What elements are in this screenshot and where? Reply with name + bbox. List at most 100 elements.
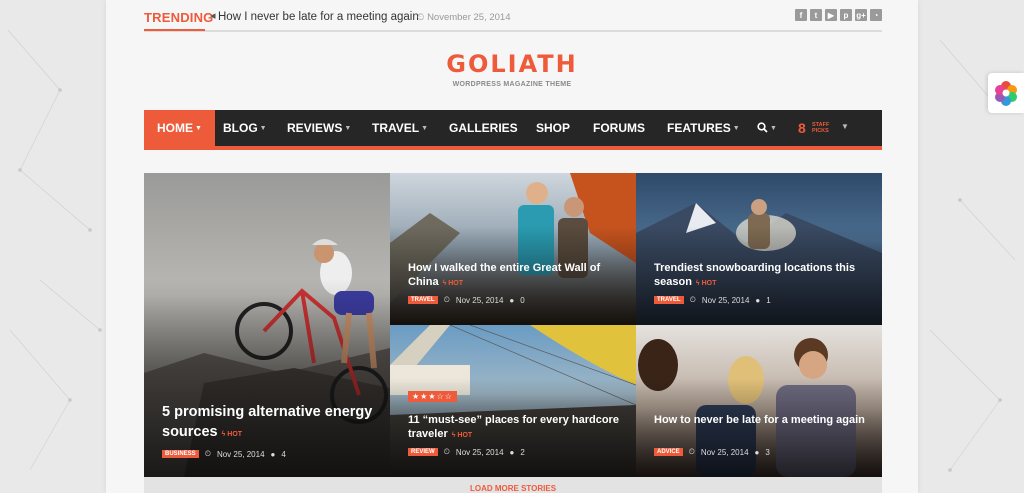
clock-icon: ⏲ xyxy=(689,295,696,304)
category-badge[interactable]: TRAVEL xyxy=(408,296,438,304)
category-badge[interactable]: TRAVEL xyxy=(654,296,684,304)
rating-stars: ★★★☆☆ xyxy=(408,391,457,402)
clock-icon: ⏲ xyxy=(443,295,450,304)
nav-features-label: FEATURES xyxy=(667,121,731,135)
hot-label: HOT xyxy=(457,432,473,439)
post-title[interactable]: Trendiest snowboarding locations this se… xyxy=(654,261,868,291)
color-picker-widget[interactable] xyxy=(988,73,1024,113)
youtube-icon[interactable]: ▶ xyxy=(825,9,837,21)
trending-date-text: November 25, 2014 xyxy=(427,12,511,23)
post-title[interactable]: How I walked the entire Great Wall of Ch… xyxy=(408,261,622,291)
nav-galleries-label: GALLERIES xyxy=(449,121,518,135)
nav-item-galleries[interactable]: GALLERIES xyxy=(449,110,518,146)
nav-item-forums[interactable]: FORUMS xyxy=(593,110,645,146)
post-title-text: How to never be late for a meeting again xyxy=(654,414,865,426)
hot-label: HOT xyxy=(448,280,463,287)
page-container: TRENDING ◂ How I never be late for a mee… xyxy=(106,0,918,493)
chevron-down-icon: ▼ xyxy=(259,125,267,132)
nav-blog-label: BLOG xyxy=(223,121,258,135)
comment-count: 1 xyxy=(766,295,771,305)
hot-badge: ϟ HOT xyxy=(442,280,463,287)
pinterest-icon[interactable]: p xyxy=(840,9,852,21)
nav-item-features[interactable]: FEATURES ▼ xyxy=(667,110,740,146)
chevron-down-icon: ▼ xyxy=(770,125,777,132)
nav-shop-label: SHOP xyxy=(536,121,571,135)
hot-badge: ϟ HOT xyxy=(221,431,243,438)
chevron-down-icon: ▼ xyxy=(421,125,429,132)
featured-post-card[interactable]: How I walked the entire Great Wall of Ch… xyxy=(390,173,636,325)
flower-palette-icon xyxy=(995,81,1017,106)
clock-icon: ⏲ xyxy=(688,447,695,456)
search-button[interactable]: ▼ xyxy=(757,110,777,146)
post-title[interactable]: How to never be late for a meeting again xyxy=(654,413,868,427)
trending-label: TRENDING xyxy=(144,10,214,31)
post-date: Nov 25, 2014 xyxy=(455,447,504,457)
featured-posts-grid: 5 promising alternative energy sources ϟ … xyxy=(144,173,882,493)
post-title[interactable]: 11 “must-see” places for every hardcore … xyxy=(408,413,622,443)
chevron-down-icon: ▼ xyxy=(732,125,740,132)
staff-picks-count[interactable]: 8 xyxy=(798,110,806,146)
nav-item-shop[interactable]: SHOP xyxy=(536,110,570,146)
comment-count: 3 xyxy=(765,447,770,457)
nav-item-blog[interactable]: BLOG ▼ xyxy=(223,110,267,146)
category-badge[interactable]: BUSINESS xyxy=(162,450,199,458)
hot-label: HOT xyxy=(227,431,243,438)
post-meta: REVIEW ⏲ Nov 25, 2014 ● 2 xyxy=(408,447,525,457)
chevron-down-icon: ▼ xyxy=(344,125,352,132)
featured-post-card[interactable]: ★★★☆☆ 11 “must-see” places for every har… xyxy=(390,325,636,477)
trending-date: ⏲ November 25, 2014 xyxy=(417,12,511,23)
post-title[interactable]: 5 promising alternative energy sources ϟ … xyxy=(162,402,376,445)
image-overlay xyxy=(636,378,882,477)
nav-travel-label: TRAVEL xyxy=(372,121,420,135)
site-logo[interactable]: GOLIATH xyxy=(106,50,918,78)
nav-item-travel[interactable]: TRAVEL ▼ xyxy=(372,110,428,146)
chevron-down-icon[interactable]: ▼ xyxy=(841,110,849,144)
comment-icon: ● xyxy=(509,447,515,457)
comment-count: 0 xyxy=(520,295,525,305)
twitter-icon[interactable]: t xyxy=(810,9,822,21)
site-tagline: WORDPRESS MAGAZINE THEME xyxy=(452,81,572,88)
comment-icon: ● xyxy=(755,295,761,305)
google-plus-icon[interactable]: g+ xyxy=(855,9,867,21)
nav-home-label: HOME xyxy=(157,121,193,135)
search-icon xyxy=(757,122,768,133)
comment-icon: ● xyxy=(509,295,515,305)
hot-badge: ϟ HOT xyxy=(451,432,473,439)
post-date: Nov 25, 2014 xyxy=(700,447,749,457)
featured-post-card[interactable]: How to never be late for a meeting again… xyxy=(636,325,882,477)
post-title-text: 11 “must-see” places for every hardcore … xyxy=(408,414,619,440)
trending-bar: TRENDING ◂ How I never be late for a mee… xyxy=(144,0,882,32)
featured-post-card[interactable]: 5 promising alternative energy sources ϟ … xyxy=(144,173,390,477)
image-overlay xyxy=(144,279,390,477)
nav-item-reviews[interactable]: REVIEWS ▼ xyxy=(287,110,351,146)
trending-headline-link[interactable]: How I never be late for a meeting again xyxy=(218,11,419,23)
post-meta: BUSINESS ⏲ Nov 25, 2014 ● 4 xyxy=(162,449,286,459)
category-badge[interactable]: ADVICE xyxy=(654,448,683,456)
post-date: Nov 25, 2014 xyxy=(216,449,265,459)
hot-label: HOT xyxy=(701,280,717,287)
clock-icon: ⏲ xyxy=(204,449,211,458)
rss-icon[interactable]: ◔ xyxy=(870,9,882,21)
comment-icon: ● xyxy=(754,447,760,457)
post-date: Nov 25, 2014 xyxy=(701,295,750,305)
chevron-down-icon: ▼ xyxy=(195,125,202,132)
post-meta: TRAVEL ⏲ Nov 25, 2014 ● 0 xyxy=(408,295,525,305)
comment-count: 2 xyxy=(520,447,525,457)
facebook-icon[interactable]: f xyxy=(795,9,807,21)
social-links: f t ▶ p g+ ◔ xyxy=(795,9,882,21)
featured-post-card[interactable]: Trendiest snowboarding locations this se… xyxy=(636,173,882,325)
comment-count: 4 xyxy=(281,449,286,459)
comment-icon: ● xyxy=(270,449,276,459)
trending-prev-icon[interactable]: ◂ xyxy=(210,9,216,22)
nav-forums-label: FORUMS xyxy=(593,121,645,135)
category-badge[interactable]: REVIEW xyxy=(408,448,438,456)
nav-reviews-label: REVIEWS xyxy=(287,121,343,135)
nav-item-home[interactable]: HOME ▼ xyxy=(144,110,215,146)
main-navigation: HOME ▼ BLOG ▼ REVIEWS ▼ TRAVEL ▼ GALLERIES S… xyxy=(144,110,882,150)
post-meta: TRAVEL ⏲ Nov 25, 2014 ● 1 xyxy=(654,295,771,305)
hot-badge: ϟ HOT xyxy=(695,280,717,287)
load-more-button[interactable]: LOAD MORE STORIES xyxy=(144,477,882,493)
staff-picks-label[interactable]: STAFF PICKS xyxy=(812,122,834,134)
post-meta: ADVICE ⏲ Nov 25, 2014 ● 3 xyxy=(654,447,770,457)
post-title-text: 5 promising alternative energy sources xyxy=(162,404,373,440)
